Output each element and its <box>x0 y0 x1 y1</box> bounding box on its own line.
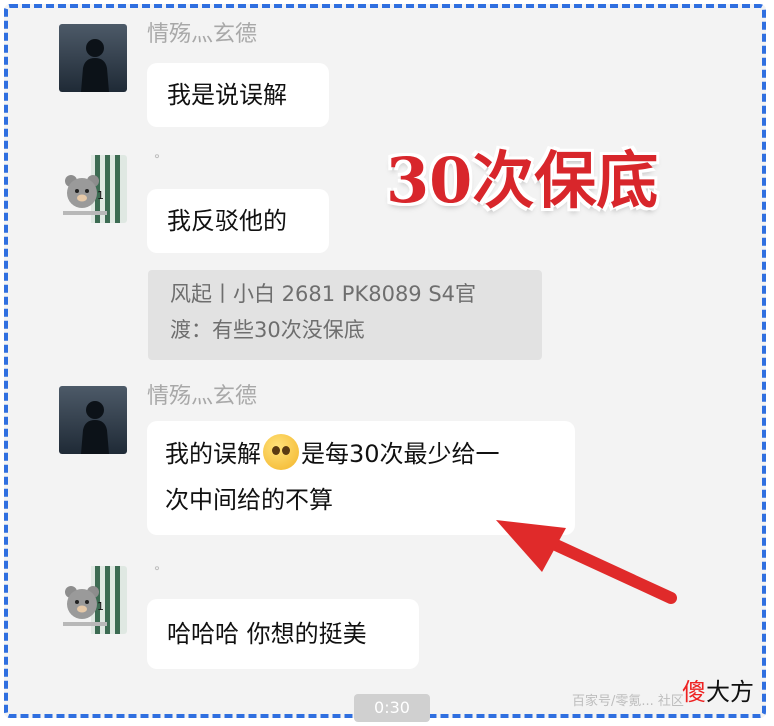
avatar-bear[interactable]: 1 <box>59 566 127 634</box>
video-time-badge: 0:30 <box>354 694 430 722</box>
watermark-small: 百家号/零氪... 社区 <box>572 694 684 709</box>
quote-line: 渡：有些30次没保底 <box>170 318 365 342</box>
sender-dot: ॰ <box>154 150 160 166</box>
svg-text:1: 1 <box>97 600 104 613</box>
man-silhouette-icon <box>81 401 109 454</box>
avatar-man-silhouette[interactable] <box>59 386 127 454</box>
man-silhouette-icon <box>81 39 109 92</box>
avatar-man-silhouette[interactable] <box>59 24 127 92</box>
svg-text:1: 1 <box>97 189 104 202</box>
red-arrow-icon <box>496 520 677 604</box>
sender-dot: ॰ <box>154 562 160 578</box>
message-bubble[interactable]: 我是说误解 <box>147 63 329 127</box>
watermark-first-char: 傻 <box>682 678 706 706</box>
bear-avatar-icon: 1 <box>63 566 127 634</box>
watermark-brand: 傻大方 <box>682 672 754 707</box>
message-text: 我的误解 <box>165 440 261 468</box>
chat-screenshot-frame: 情殇灬玄德 我是说误解 1 ॰ 我反驳他的 风起丨小白 2681 PK8089 … <box>4 4 766 718</box>
watermark-rest: 大方 <box>706 678 754 706</box>
message-bubble[interactable]: 哈哈哈 你想的挺美 <box>147 599 419 669</box>
message-text: 次中间给的不算 <box>165 486 333 514</box>
worried-face-emoji-icon <box>263 434 299 470</box>
sender-name: 情殇灬玄德 <box>147 22 258 47</box>
quoted-message[interactable]: 风起丨小白 2681 PK8089 S4官 渡：有些30次没保底 <box>148 270 542 360</box>
message-text: 是每30次最少给一 <box>301 440 500 468</box>
overlay-title: 30次保底 <box>386 144 659 217</box>
bear-avatar-icon: 1 <box>63 155 127 223</box>
message-bubble[interactable]: 我反驳他的 <box>147 189 329 253</box>
quote-line: 风起丨小白 2681 PK8089 S4官 <box>170 282 477 306</box>
avatar-bear[interactable]: 1 <box>59 155 127 223</box>
sender-name: 情殇灬玄德 <box>147 384 258 409</box>
